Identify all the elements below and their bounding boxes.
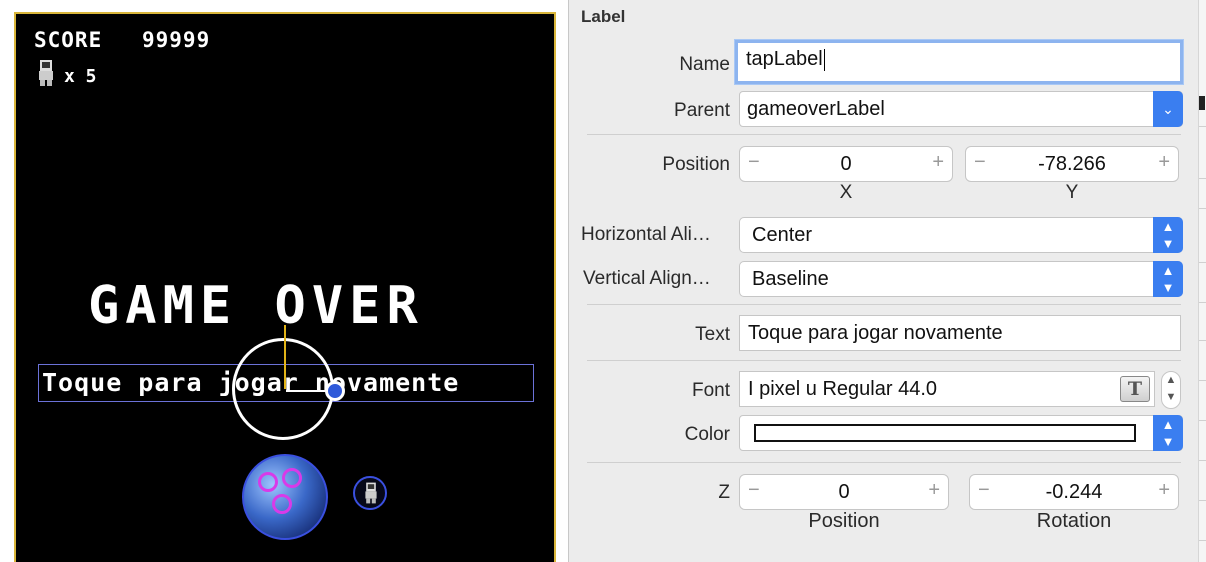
divider [587,134,1181,135]
divider [587,462,1181,463]
position-y-stepper[interactable]: − -78.266 + [965,146,1179,182]
divider [587,360,1181,361]
divider [1199,460,1206,461]
font-field[interactable]: I pixel u Regular 44.0 T [739,371,1155,407]
parent-label: Parent [674,100,730,121]
font-label: Font [691,380,730,401]
color-swatch[interactable] [754,424,1136,442]
divider [1199,302,1206,303]
scene-canvas[interactable]: SCORE 99999 x 5 GAME OVER Toque para jog… [14,12,556,562]
z-rotation-caption: Rotation [1036,510,1112,532]
divider [1199,340,1206,341]
lives-count: x 5 [64,66,97,87]
updown-chevron-icon[interactable]: ▲ ▼ [1153,217,1183,253]
rotation-handle[interactable] [232,338,334,440]
score-label: SCORE [34,28,103,52]
scrollbar[interactable] [1198,0,1206,562]
gameover-label-node[interactable]: GAME OVER [88,276,424,336]
updown-chevron-icon[interactable]: ▲ ▼ [1153,261,1183,297]
z-position-value[interactable]: 0 [740,481,948,504]
z-label: Z [718,482,730,503]
position-x-stepper[interactable]: − 0 + [739,146,953,182]
divider [587,304,1181,305]
z-rotation-value[interactable]: -0.244 [970,481,1178,504]
divider [1199,380,1206,381]
attributes-inspector: Label Name tapLabel Parent gameoverLabel… [568,0,1198,562]
planet-sprite[interactable] [242,454,328,540]
horizontal-alignment-select[interactable]: Center ▲ ▼ [739,217,1183,253]
divider [1199,262,1206,263]
increment-button[interactable]: + [1158,151,1170,174]
vertical-alignment-value: Baseline [752,268,829,290]
z-position-caption: Position [808,510,880,532]
name-value: tapLabel [746,48,823,70]
position-x-value[interactable]: 0 [740,153,952,176]
font-value: I pixel u Regular 44.0 [748,378,938,400]
scene-editor[interactable]: SCORE 99999 x 5 GAME OVER Toque para jog… [0,0,568,562]
name-field[interactable]: tapLabel [735,40,1183,84]
divider [1199,208,1206,209]
color-label: Color [684,424,730,445]
divider [1199,178,1206,179]
increment-button[interactable]: + [1158,479,1170,502]
text-caret [823,48,825,71]
ring-icon [258,472,278,492]
text-field[interactable]: Toque para jogar novamente [739,315,1181,351]
rotation-knob[interactable] [325,381,345,401]
ring-icon [272,494,292,514]
horizontal-alignment-label: Horizontal Ali… [581,224,711,245]
font-size-stepper[interactable]: ▲ ▼ [1161,371,1181,409]
position-label: Position [662,154,730,175]
chevron-down-icon[interactable]: ⌄ [1153,91,1183,127]
divider [1199,420,1206,421]
divider [1199,126,1206,127]
position-x-caption: X [839,182,853,203]
divider [1199,500,1206,501]
position-y-value[interactable]: -78.266 [966,153,1178,176]
scroll-thumb[interactable] [1199,96,1205,110]
divider [1199,540,1206,541]
updown-chevron-icon[interactable]: ▲ ▼ [1153,415,1183,451]
increment-button[interactable]: + [928,479,940,502]
parent-value: gameoverLabel [747,98,885,120]
horizontal-alignment-value: Center [752,224,813,246]
z-rotation-stepper[interactable]: − -0.244 + [969,474,1179,510]
anchor-guide-line [284,325,286,389]
vertical-alignment-select[interactable]: Baseline ▲ ▼ [739,261,1183,297]
position-y-caption: Y [1065,182,1079,203]
name-label: Name [679,54,730,75]
score-value: 99999 [142,28,211,52]
astronaut-icon [365,482,377,504]
text-label: Text [695,324,730,345]
z-position-stepper[interactable]: − 0 + [739,474,949,510]
increment-button[interactable]: + [932,151,944,174]
vertical-alignment-label: Vertical Align… [583,268,711,289]
astronaut-icon [39,60,53,86]
astronaut-sprite[interactable] [353,476,387,510]
font-panel-icon[interactable]: T [1120,376,1150,402]
section-title: Label [581,7,626,26]
color-well[interactable]: ▲ ▼ [739,415,1183,451]
parent-select[interactable]: gameoverLabel ⌄ [739,91,1183,127]
ring-icon [282,468,302,488]
